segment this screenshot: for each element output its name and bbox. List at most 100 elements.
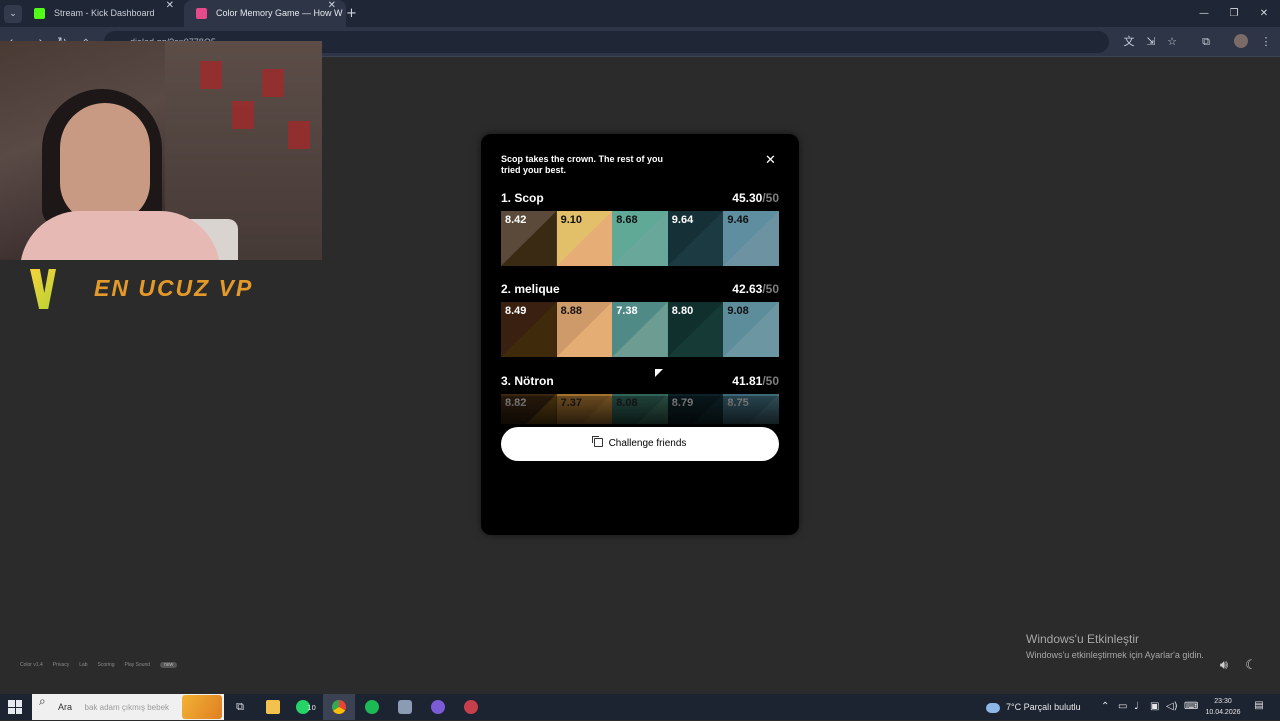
windows-taskbar: ⌕ Ara bak adam çıkmış bebek ⧉ 10 7°C Par…: [0, 694, 1280, 720]
webcam-poster: [262, 69, 284, 97]
close-icon[interactable]: ✕: [166, 0, 174, 11]
taskbar-search[interactable]: ⌕ Ara bak adam çıkmış bebek: [32, 694, 224, 720]
recording-app-icon[interactable]: [455, 694, 487, 720]
player-score: 45.30/50: [732, 191, 779, 205]
player-result: 2. melique 42.63/50 8.49 8.88 7.38 8.80 9.08: [501, 282, 779, 357]
color-swatch: 9.08: [723, 302, 779, 357]
network-icon[interactable]: ▣: [1150, 694, 1159, 720]
challenge-label: Challenge friends: [608, 438, 687, 449]
notification-icon[interactable]: ▤: [1252, 699, 1266, 713]
sound-icon[interactable]: 🔊︎: [1216, 658, 1232, 674]
footer-link-lab[interactable]: Lab: [79, 662, 87, 668]
weather-text: 7°C Parçalı bulutlu: [1006, 702, 1081, 712]
activation-title: Windows'u Etkinleştir: [1026, 632, 1139, 646]
close-icon[interactable]: ✕: [328, 0, 336, 11]
tab-color-memory-game[interactable]: Color Memory Game — How W ✕: [184, 0, 346, 27]
swatch-score: 9.64: [671, 214, 694, 226]
menu-icon[interactable]: ⋮: [1258, 34, 1274, 50]
copy-icon: [591, 436, 603, 447]
swatch-score: 8.68: [616, 214, 638, 226]
chrome-icon[interactable]: [323, 694, 355, 720]
close-icon[interactable]: ✕: [765, 153, 776, 168]
swatch-score: 8.49: [505, 305, 527, 317]
page-footer: Color v1.4 Privacy Lab Scoring Play Soun…: [20, 662, 178, 668]
whatsapp-badge: 10: [307, 704, 316, 712]
moon-icon[interactable]: ☾: [1243, 658, 1259, 674]
footer-version: Color v1.4: [20, 662, 43, 668]
keyboard-icon[interactable]: ⌨: [1184, 694, 1198, 720]
extensions-icon[interactable]: ⧉: [1198, 34, 1214, 50]
challenge-friends-button[interactable]: Challenge friends: [501, 427, 779, 461]
activation-subtitle: Windows'u etkinleştirmek için Ayarlar'a …: [1026, 650, 1204, 660]
footer-link-play-sound[interactable]: Play Sound: [125, 662, 151, 668]
profile-avatar[interactable]: [1234, 34, 1248, 48]
swatch-score: 8.88: [560, 305, 583, 317]
install-icon[interactable]: ⇲: [1143, 34, 1159, 50]
mouse-cursor: [655, 369, 663, 377]
restore-icon[interactable]: ❐: [1218, 0, 1250, 27]
color-swatch: 9.10: [556, 211, 613, 266]
player-score: 41.81/50: [732, 374, 779, 388]
color-swatch-row: 8.49 8.88 7.38 8.80 9.08: [501, 302, 779, 357]
results-message: Scop takes the crown. The rest of you tr…: [501, 154, 664, 175]
minimize-icon[interactable]: —: [1188, 0, 1220, 27]
battery-icon[interactable]: ▭: [1118, 694, 1127, 720]
new-badge: new: [160, 662, 178, 668]
whatsapp-icon[interactable]: 10: [290, 694, 322, 720]
footer-link-privacy[interactable]: Privacy: [53, 662, 69, 668]
scroll-fade: [501, 396, 779, 424]
webcam-overlay: [0, 41, 322, 260]
webcam-poster: [288, 121, 310, 149]
search-label: Ara: [58, 702, 73, 712]
player-score: 42.63/50: [732, 282, 779, 296]
tab-kick-dashboard[interactable]: Stream - Kick Dashboard ✕: [22, 0, 184, 27]
color-swatch: 8.80: [667, 302, 724, 357]
volume-icon[interactable]: ◁): [1166, 694, 1178, 720]
close-window-icon[interactable]: ✕: [1248, 0, 1280, 27]
swatch-score: 9.08: [727, 305, 749, 317]
star-icon[interactable]: ☆: [1164, 34, 1180, 50]
promo-text: EN UCUZ VP: [94, 275, 254, 301]
swatch-score: 9.10: [560, 214, 583, 226]
file-explorer-icon[interactable]: [257, 694, 289, 720]
kick-icon: [34, 8, 45, 19]
swatch-score: 7.38: [616, 305, 638, 317]
swatch-score: 8.80: [671, 305, 694, 317]
color-swatch: 7.38: [612, 302, 668, 357]
player-name: 3. Nötron: [501, 374, 554, 388]
player-name: 2. melique: [501, 282, 560, 296]
search-hint: bak adam çıkmış bebek: [84, 703, 170, 712]
color-swatch-row: 8.42 9.10 8.68 9.64 9.46: [501, 211, 779, 266]
webcam-poster: [232, 101, 254, 129]
obs-icon[interactable]: [422, 694, 454, 720]
results-modal: Scop takes the crown. The rest of you tr…: [481, 134, 799, 535]
clock-time: 23:30: [1214, 698, 1232, 705]
chevron-up-icon[interactable]: ⌃: [1101, 694, 1109, 720]
chevron-down-icon[interactable]: ⌄: [4, 5, 22, 23]
microphone-icon[interactable]: ♩: [1134, 694, 1139, 720]
color-swatch: 8.49: [501, 302, 557, 357]
player-result: 1. Scop 45.30/50 8.42 9.10 8.68 9.64 9.46: [501, 191, 779, 266]
webcam-person-face: [60, 103, 150, 223]
tab-title: Stream - Kick Dashboard: [54, 8, 155, 18]
color-swatch: 9.46: [723, 211, 779, 266]
color-swatch: 9.64: [667, 211, 724, 266]
app-icon[interactable]: [389, 694, 421, 720]
weather-widget[interactable]: 7°C Parçalı bulutlu: [986, 694, 1081, 720]
color-swatch: 8.68: [612, 211, 668, 266]
color-swatch: 8.88: [556, 302, 613, 357]
search-highlight-image: [182, 695, 222, 719]
search-icon: ⌕: [39, 694, 46, 708]
game-icon: [196, 8, 207, 19]
color-swatch: 8.42: [501, 211, 557, 266]
translate-icon[interactable]: 文: [1121, 34, 1137, 50]
spotify-icon[interactable]: [356, 694, 388, 720]
taskbar-clock[interactable]: 23:30 10.04.2026: [1203, 696, 1243, 718]
plus-icon[interactable]: +: [346, 0, 357, 27]
windows-start-icon[interactable]: [8, 700, 22, 714]
webcam-person-body: [20, 211, 220, 260]
player-name: 1. Scop: [501, 191, 544, 205]
browser-tab-bar: ⌄ Stream - Kick Dashboard ✕ Color Memory…: [0, 0, 1280, 27]
footer-link-scoring[interactable]: Scoring: [98, 662, 115, 668]
task-view-icon[interactable]: ⧉: [224, 694, 256, 720]
